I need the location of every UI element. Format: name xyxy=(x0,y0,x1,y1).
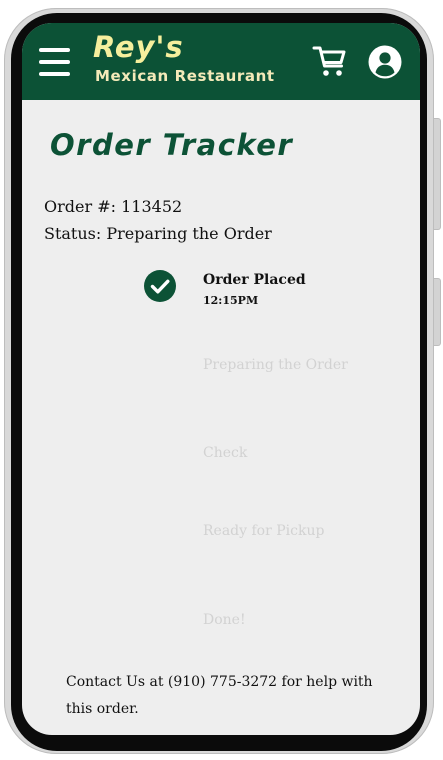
account-icon[interactable] xyxy=(368,45,402,79)
step-order-placed: Order Placed xyxy=(203,272,306,288)
step-ready-for-pickup: Ready for Pickup xyxy=(203,523,325,539)
cart-icon[interactable] xyxy=(312,43,348,79)
step-order-placed-time: 12:15PM xyxy=(203,294,259,307)
phone-side-button xyxy=(434,278,441,346)
brand-name[interactable]: Rey's xyxy=(93,33,184,62)
contact-info: Contact Us at (910) 775-3272 for help wi… xyxy=(66,674,373,717)
check-circle-icon xyxy=(144,270,176,302)
order-status: Status: Preparing the Order xyxy=(44,224,272,243)
app-header: Rey's Mexican Restaurant xyxy=(22,23,420,100)
step-preparing: Preparing the Order xyxy=(203,357,348,373)
page-title: Order Tracker xyxy=(50,128,294,162)
step-done: Done! xyxy=(203,612,246,628)
brand-subtitle: Mexican Restaurant xyxy=(95,67,275,85)
phone-side-button xyxy=(434,118,441,230)
step-check: Check xyxy=(203,445,248,461)
app-screen: Rey's Mexican Restaurant Order Tracker O… xyxy=(22,23,420,735)
menu-icon[interactable] xyxy=(39,47,70,77)
order-number: Order #: 113452 xyxy=(44,197,183,216)
